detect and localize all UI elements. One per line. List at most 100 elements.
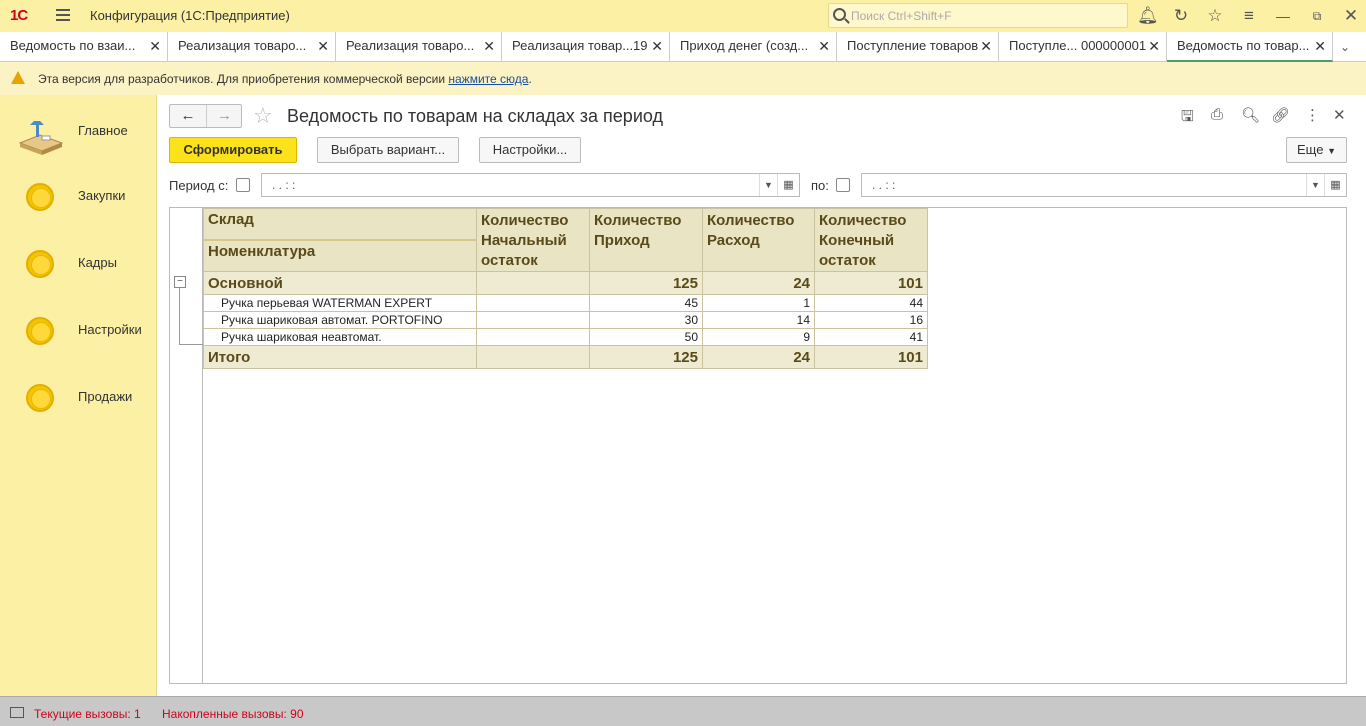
- dropdown-icon[interactable]: ▼: [759, 174, 777, 196]
- collapse-group-icon[interactable]: −: [174, 276, 186, 288]
- close-tab-icon[interactable]: ✕: [980, 38, 992, 55]
- table-row[interactable]: Ручка перьевая WATERMAN EXPERT 45 1 44: [203, 294, 928, 312]
- bell-icon[interactable]: 🔔︎: [1137, 6, 1159, 26]
- item-start: [476, 328, 590, 346]
- sidebar-item-label: Главное: [78, 123, 128, 138]
- sidebar-item-hr[interactable]: Кадры: [0, 243, 157, 283]
- close-form-icon[interactable]: ✕: [1333, 106, 1346, 124]
- sidebar-item-sales[interactable]: Продажи: [0, 377, 157, 417]
- notice-link[interactable]: нажмите сюда: [448, 72, 528, 86]
- item-end: 44: [814, 294, 928, 312]
- report-spreadsheet[interactable]: − Склад Номенклатура Количество Начальны…: [169, 207, 1347, 684]
- total-in: 125: [589, 345, 703, 369]
- current-calls: Текущие вызовы: 1: [34, 707, 141, 721]
- top-bar: 1С Конфигурация (1С:Предприятие) Поиск C…: [0, 0, 1366, 32]
- back-arrow-icon[interactable]: ←: [170, 105, 206, 127]
- table-row[interactable]: Ручка шариковая неавтомат. 50 9 41: [203, 328, 928, 346]
- tab-label: Ведомость по взаи...: [10, 38, 136, 53]
- close-tab-icon[interactable]: ✕: [1148, 38, 1160, 55]
- calendar-icon[interactable]: ▦: [777, 174, 799, 196]
- favorite-star-icon[interactable]: ☆: [253, 103, 273, 129]
- dropdown-icon[interactable]: ▼: [1306, 174, 1324, 196]
- generate-button[interactable]: Сформировать: [169, 137, 297, 163]
- sidebar-item-main[interactable]: Главное: [0, 109, 157, 155]
- notice-text: Эта версия для разработчиков. Для приобр…: [38, 72, 449, 86]
- tab-item[interactable]: Поступление товаров ✕: [837, 32, 999, 62]
- save-icon[interactable]: 🖫︎: [1181, 106, 1194, 131]
- preview-icon[interactable]: 🔍︎: [1241, 106, 1260, 124]
- tabs-dropdown-icon[interactable]: ⌄: [1340, 40, 1350, 54]
- notice-tail: .: [528, 72, 532, 86]
- app-logo[interactable]: 1С: [10, 7, 28, 24]
- group-end: 101: [814, 271, 928, 295]
- tab-item[interactable]: Поступле... 000000001 ✕: [999, 32, 1167, 62]
- select-variant-button[interactable]: Выбрать вариант...: [317, 137, 459, 163]
- period-to-value: . . : :: [872, 178, 896, 192]
- period-to-label: по:: [811, 178, 829, 193]
- close-tab-icon[interactable]: ✕: [317, 38, 329, 55]
- close-tab-icon[interactable]: ✕: [1314, 38, 1326, 55]
- header-nomenclature: Номенклатура: [208, 243, 316, 260]
- period-to-checkbox[interactable]: [836, 178, 850, 192]
- group-row[interactable]: Основной 125 24 101: [203, 271, 928, 295]
- restore-icon[interactable]: ⧉: [1307, 6, 1327, 26]
- link-icon[interactable]: 🔗︎: [1271, 106, 1290, 124]
- item-out: 14: [702, 311, 815, 329]
- period-to-field[interactable]: . . : : ▼ ▦: [861, 173, 1347, 197]
- item-out: 1: [702, 294, 815, 312]
- report-form: ← → ☆ Ведомость по товарам на складах за…: [157, 95, 1366, 696]
- group-line: [179, 288, 180, 344]
- forward-arrow-icon[interactable]: →: [206, 105, 242, 127]
- close-tab-icon[interactable]: ✕: [651, 38, 663, 55]
- favorites-star-icon[interactable]: ☆: [1205, 6, 1225, 26]
- item-in: 45: [589, 294, 703, 312]
- minimize-icon[interactable]: —: [1273, 6, 1293, 26]
- table-row[interactable]: Ручка шариковая автомат. PORTOFINO 30 14…: [203, 311, 928, 329]
- close-tab-icon[interactable]: ✕: [149, 38, 161, 55]
- search-placeholder: Поиск Ctrl+Shift+F: [851, 9, 952, 23]
- section-icon: [26, 250, 54, 278]
- item-name: Ручка шариковая автомат. PORTOFINO: [203, 311, 477, 329]
- period-from-field[interactable]: . . : : ▼ ▦: [261, 173, 800, 197]
- search-input[interactable]: Поиск Ctrl+Shift+F: [828, 3, 1128, 28]
- total-row[interactable]: Итого 125 24 101: [203, 345, 928, 369]
- functions-menu-icon[interactable]: ≡: [1239, 6, 1259, 26]
- total-out: 24: [702, 345, 815, 369]
- section-icon: [26, 183, 54, 211]
- more-button[interactable]: Еще ▼: [1286, 137, 1347, 163]
- calendar-icon[interactable]: ▦: [1324, 174, 1346, 196]
- group-name: Основной: [203, 271, 477, 295]
- sidebar-item-purchases[interactable]: Закупки: [0, 176, 157, 216]
- close-window-icon[interactable]: ✕: [1341, 6, 1361, 26]
- item-start: [476, 311, 590, 329]
- tab-item-active[interactable]: Ведомость по товар... ✕: [1167, 32, 1333, 62]
- header-row: Склад Номенклатура Количество Начальный …: [203, 208, 928, 272]
- close-tab-icon[interactable]: ✕: [818, 38, 830, 55]
- print-icon[interactable]: ⎙: [1211, 106, 1223, 123]
- sections-panel: Главное Закупки Кадры Настройки Продажи: [0, 95, 157, 696]
- item-name: Ручка шариковая неавтомат.: [203, 328, 477, 346]
- dropdown-caret-icon: ▼: [1327, 146, 1336, 156]
- section-icon: [26, 384, 54, 412]
- tab-item[interactable]: Приход денег (созд... ✕: [670, 32, 837, 62]
- group-start: [476, 271, 590, 295]
- history-icon[interactable]: ↻: [1171, 6, 1191, 26]
- nav-buttons: ← →: [169, 104, 242, 128]
- report-table: Склад Номенклатура Количество Начальный …: [203, 208, 928, 369]
- main-menu-icon[interactable]: [56, 9, 70, 21]
- developer-version-notice: Эта версия для разработчиков. Для приобр…: [0, 62, 1366, 95]
- header-outgoing: Количество Расход: [702, 208, 815, 272]
- tab-item[interactable]: Реализация товаро... ✕: [168, 32, 336, 62]
- period-from-checkbox[interactable]: [236, 178, 250, 192]
- tab-item[interactable]: Реализация товаро... ✕: [336, 32, 502, 62]
- tab-item[interactable]: Реализация товар...19 ✕: [502, 32, 670, 62]
- close-tab-icon[interactable]: ✕: [483, 38, 495, 55]
- settings-button[interactable]: Настройки...: [479, 137, 581, 163]
- tab-label: Реализация товаро...: [178, 38, 307, 53]
- sidebar-item-settings[interactable]: Настройки: [0, 310, 157, 350]
- more-options-icon[interactable]: ⋮: [1305, 106, 1320, 124]
- search-icon: [833, 8, 846, 21]
- windows-icon[interactable]: [10, 707, 24, 718]
- tab-item[interactable]: Ведомость по взаи... ✕: [0, 32, 168, 62]
- tab-label: Реализация товар...19: [512, 38, 648, 53]
